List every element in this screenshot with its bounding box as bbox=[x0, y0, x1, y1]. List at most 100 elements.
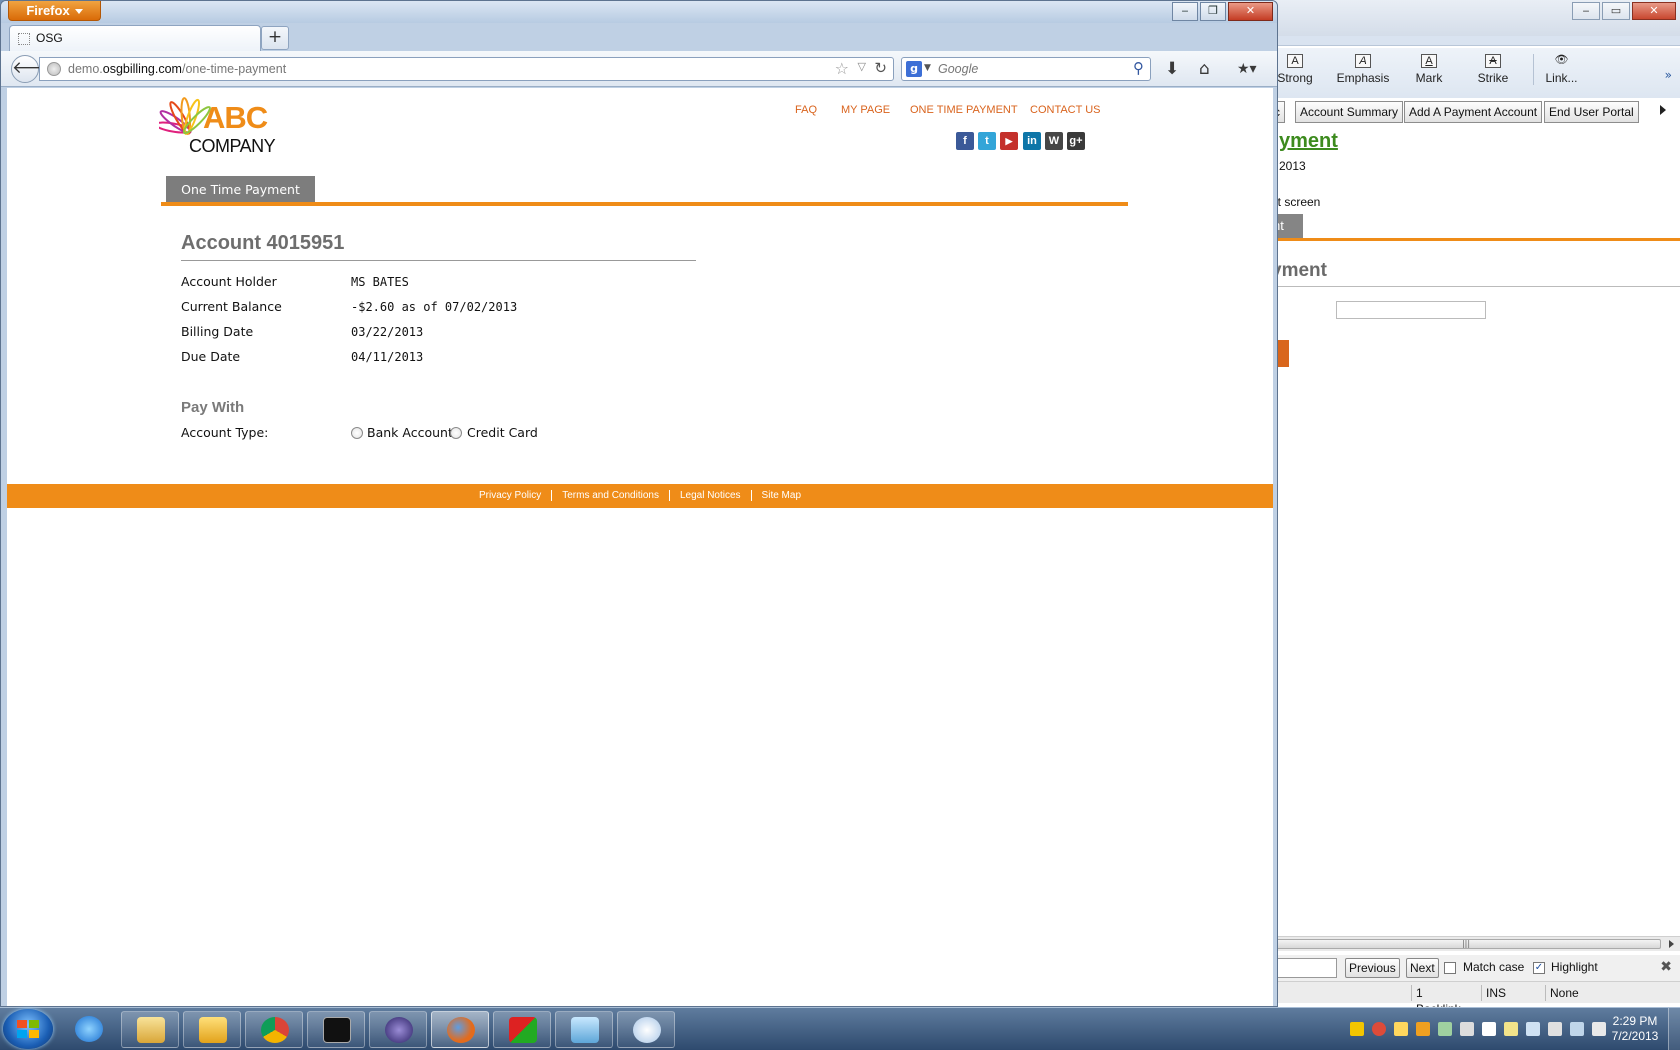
home-icon[interactable]: ⌂ bbox=[1199, 59, 1210, 79]
bookmark-star-icon[interactable]: ☆ bbox=[835, 59, 849, 78]
tray-monitor-icon[interactable] bbox=[1460, 1022, 1474, 1036]
taskbar-app-red[interactable] bbox=[493, 1011, 551, 1048]
search-icon[interactable]: ⚲ bbox=[1133, 59, 1144, 77]
googleplus-icon[interactable]: g+ bbox=[1067, 132, 1085, 150]
linkedin-icon[interactable]: in bbox=[1023, 132, 1041, 150]
taskbar-eclipse[interactable] bbox=[369, 1011, 427, 1048]
bg-close-button[interactable]: ✕ bbox=[1632, 2, 1676, 20]
bg-maximize-button[interactable]: ▭ bbox=[1602, 2, 1630, 20]
downloads-icon[interactable]: ⬇ bbox=[1165, 59, 1179, 79]
highlight-label: Highlight bbox=[1551, 960, 1598, 974]
strong-button[interactable]: A Strong bbox=[1273, 54, 1317, 85]
tab-osg[interactable]: OSG bbox=[9, 25, 261, 51]
show-desktop-button[interactable] bbox=[1668, 1008, 1680, 1050]
footer-privacy-policy[interactable]: Privacy Policy bbox=[469, 490, 551, 501]
google-engine-icon[interactable]: g bbox=[906, 61, 922, 77]
taskbar-outlook[interactable] bbox=[183, 1011, 241, 1048]
bg-heading-link[interactable]: yment bbox=[1279, 130, 1338, 153]
bg-horizontal-scrollbar[interactable]: ||| bbox=[1271, 936, 1680, 951]
footer-site-map[interactable]: Site Map bbox=[752, 490, 811, 501]
tray-folder-icon[interactable] bbox=[1504, 1022, 1518, 1036]
facebook-icon[interactable]: f bbox=[956, 132, 974, 150]
bank-account-label[interactable]: Bank Account bbox=[367, 425, 453, 440]
taskbar-chrome[interactable] bbox=[245, 1011, 303, 1048]
new-tab-button[interactable]: + bbox=[261, 26, 289, 50]
taskbar-firefox[interactable] bbox=[431, 1011, 489, 1048]
site-identity-icon[interactable] bbox=[47, 62, 61, 76]
nav-faq[interactable]: FAQ bbox=[795, 104, 817, 116]
abc-company-logo[interactable]: ABC COMPANY bbox=[159, 92, 294, 162]
bg-tab-add-payment-account[interactable]: Add A Payment Account bbox=[1404, 101, 1543, 123]
bg-tab-end-user-portal[interactable]: End User Portal bbox=[1544, 101, 1639, 123]
chevron-right-icon[interactable]: » bbox=[1665, 68, 1672, 82]
emphasis-label: Emphasis bbox=[1336, 71, 1390, 85]
url-text[interactable]: demo.osgbilling.com/one-time-payment bbox=[68, 62, 286, 76]
nav-contact-us[interactable]: CONTACT US bbox=[1030, 104, 1101, 116]
credit-card-radio[interactable] bbox=[450, 427, 462, 439]
taskbar-internet-explorer[interactable] bbox=[60, 1011, 118, 1048]
tab-scroll-right-icon[interactable] bbox=[1660, 105, 1666, 115]
bg-minimize-button[interactable]: ‒ bbox=[1572, 2, 1600, 20]
bg-tab-account-summary[interactable]: Account Summary bbox=[1295, 101, 1404, 123]
taskbar-file-explorer[interactable] bbox=[121, 1011, 179, 1048]
tray-network-drive-icon[interactable] bbox=[1438, 1022, 1452, 1036]
find-previous-button[interactable]: Previous bbox=[1345, 958, 1400, 978]
minimize-button[interactable]: ‒ bbox=[1172, 2, 1198, 21]
reload-icon[interactable]: ↻ bbox=[874, 59, 887, 77]
bg-text-input[interactable] bbox=[1336, 301, 1486, 319]
tray-mail-icon[interactable] bbox=[1394, 1022, 1408, 1036]
nav-my-page[interactable]: MY PAGE bbox=[841, 104, 890, 116]
status-backlinks[interactable]: 1 Backlink... bbox=[1411, 985, 1479, 1007]
taskbar-clock[interactable]: 2:29 PM 7/2/2013 bbox=[1600, 1014, 1670, 1044]
find-next-button[interactable]: Next bbox=[1406, 958, 1439, 978]
find-input[interactable] bbox=[1271, 958, 1337, 978]
wordpress-icon[interactable]: W bbox=[1045, 132, 1063, 150]
firefox-icon bbox=[447, 1017, 475, 1043]
back-button[interactable]: 🡐 bbox=[11, 55, 58, 83]
taskbar-paint[interactable] bbox=[617, 1011, 675, 1048]
strike-button[interactable]: A Strike bbox=[1471, 54, 1515, 85]
emphasis-button[interactable]: A Emphasis bbox=[1331, 54, 1395, 85]
tray-devices-icon[interactable] bbox=[1548, 1022, 1562, 1036]
start-button[interactable] bbox=[3, 1009, 53, 1049]
footer-legal-notices[interactable]: Legal Notices bbox=[670, 490, 751, 501]
url-bar[interactable]: demo.osgbilling.com/one-time-payment ☆ ▽… bbox=[39, 57, 894, 81]
logo-abc-text: ABC bbox=[203, 100, 268, 135]
engine-dropdown-icon[interactable]: ▼ bbox=[924, 63, 931, 73]
mark-button[interactable]: A Mark bbox=[1407, 54, 1451, 85]
bank-account-radio[interactable] bbox=[351, 427, 363, 439]
search-bar[interactable]: g ▼ Google ⚲ bbox=[901, 57, 1151, 81]
youtube-icon[interactable]: ▶ bbox=[1000, 132, 1018, 150]
restore-button[interactable]: ❐ bbox=[1200, 2, 1226, 21]
bookmarks-menu-icon[interactable]: ★▾ bbox=[1237, 61, 1257, 77]
bg-titlebar: ‒ ▭ ✕ bbox=[1271, 0, 1680, 36]
window-controls: ‒ ❐ ✕ bbox=[1172, 2, 1273, 21]
url-history-dropdown-icon[interactable]: ▽ bbox=[858, 60, 866, 73]
nav-one-time-payment[interactable]: ONE TIME PAYMENT bbox=[910, 104, 1018, 116]
close-find-icon[interactable]: ✖ bbox=[1660, 959, 1672, 975]
tray-app-icon[interactable] bbox=[1350, 1022, 1364, 1036]
tray-chrome-icon[interactable] bbox=[1372, 1022, 1386, 1036]
link-button[interactable]: 👁 Link... bbox=[1533, 54, 1583, 85]
tab-one-time-payment[interactable]: One Time Payment bbox=[166, 176, 315, 203]
twitter-icon[interactable]: t bbox=[978, 132, 996, 150]
close-button[interactable]: ✕ bbox=[1228, 2, 1273, 21]
footer-terms[interactable]: Terms and Conditions bbox=[552, 490, 669, 501]
bg-screen-text: nt screen bbox=[1271, 195, 1321, 209]
bg-link-tabs: c Account Summary Add A Payment Account … bbox=[1271, 100, 1680, 124]
highlight-checkbox[interactable]: ✓ bbox=[1533, 962, 1545, 974]
firefox-menu-button[interactable]: Firefox bbox=[8, 1, 101, 21]
app-blue-icon bbox=[571, 1017, 599, 1043]
tray-network-icon[interactable] bbox=[1570, 1022, 1584, 1036]
match-case-checkbox[interactable] bbox=[1444, 962, 1456, 974]
scrollbar-thumb[interactable]: ||| bbox=[1271, 939, 1661, 949]
url-path: /one-time-payment bbox=[181, 62, 287, 76]
tray-flag-icon[interactable] bbox=[1482, 1022, 1496, 1036]
find-bar: Previous Next Match case ✓ Highlight ✖ bbox=[1271, 955, 1680, 981]
taskbar-command-prompt[interactable] bbox=[307, 1011, 365, 1048]
taskbar-app-blue[interactable] bbox=[555, 1011, 613, 1048]
tray-notification-icon[interactable] bbox=[1416, 1022, 1430, 1036]
credit-card-label[interactable]: Credit Card bbox=[467, 425, 538, 440]
tray-bluetooth-icon[interactable] bbox=[1526, 1022, 1540, 1036]
scroll-right-icon[interactable] bbox=[1669, 940, 1674, 948]
